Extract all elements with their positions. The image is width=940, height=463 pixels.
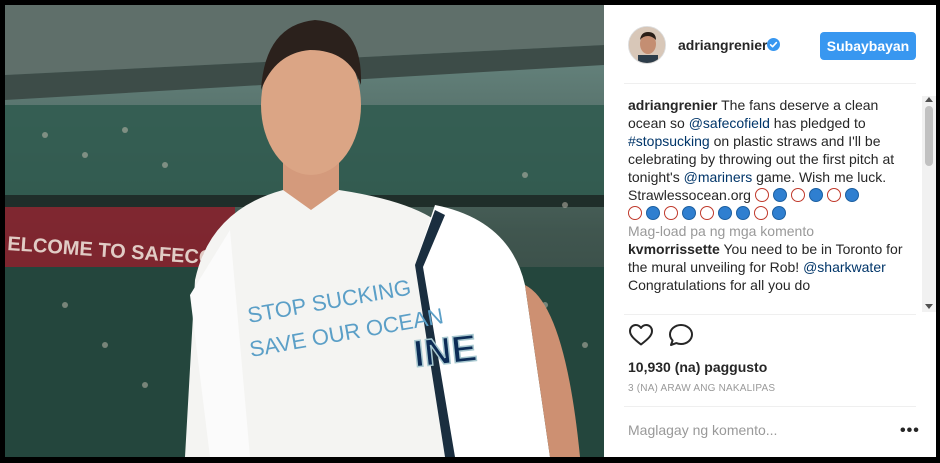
verified-badge-icon: [767, 38, 780, 51]
scroll-down-arrow-icon[interactable]: [925, 304, 933, 309]
mention-link[interactable]: @mariners: [684, 169, 753, 185]
likes-count[interactable]: 10,930 (na) paggusto: [628, 359, 767, 375]
add-comment-input[interactable]: Maglagay ng komento...: [628, 422, 777, 438]
post-header: adriangrenier Subaybayan: [604, 5, 936, 85]
comment-bubble-icon[interactable]: [668, 323, 694, 347]
earth-globe-emoji: [844, 188, 859, 202]
earth-globe-emoji: [772, 206, 786, 220]
mention-link[interactable]: @safecofield: [689, 115, 770, 131]
post-photo[interactable]: ELCOME TO SAFECO F INE STOP SUCKING SAVE…: [5, 5, 604, 457]
caption-author[interactable]: adriangrenier: [628, 97, 717, 113]
caption-text-2: has pledged to: [769, 115, 866, 131]
baseball-emoji: [628, 206, 642, 220]
baseball-emoji: [790, 188, 805, 202]
divider: [624, 406, 916, 407]
heart-icon[interactable]: [628, 323, 654, 347]
hashtag-link[interactable]: #stopsucking: [628, 133, 710, 149]
baseball-emoji: [664, 206, 678, 220]
earth-globe-emoji: [808, 188, 823, 202]
photo-illustration: ELCOME TO SAFECO F INE STOP SUCKING SAVE…: [5, 5, 604, 457]
jersey-lettering: INE: [412, 328, 479, 376]
comment-text-2: Congratulations for all you do: [628, 277, 811, 293]
earth-globe-emoji: [682, 206, 696, 220]
avatar-image: [629, 27, 665, 63]
earth-globe-emoji: [718, 206, 732, 220]
caption: adriangrenier The fans deserve a clean o…: [628, 96, 918, 222]
scroll-up-arrow-icon[interactable]: [925, 97, 933, 102]
instagram-post-modal: ELCOME TO SAFECO F INE STOP SUCKING SAVE…: [0, 0, 940, 463]
avatar[interactable]: [628, 26, 666, 64]
comments-list[interactable]: adriangrenier The fans deserve a clean o…: [628, 96, 918, 312]
earth-globe-emoji: [772, 188, 787, 202]
comment: kvmorrissette You need to be in Toronto …: [628, 240, 918, 294]
post-timestamp[interactable]: 3 (NA) ARAW ANG NAKALIPAS: [628, 383, 775, 394]
comments-scrollbar[interactable]: [922, 96, 936, 312]
divider: [624, 83, 916, 84]
mention-link[interactable]: @sharkwater: [803, 259, 886, 275]
scrollbar-thumb[interactable]: [925, 106, 933, 166]
more-options-icon[interactable]: •••: [900, 422, 920, 440]
load-more-comments[interactable]: Mag-load pa ng mga komento: [628, 222, 918, 240]
baseball-emoji: [700, 206, 714, 220]
baseball-emoji: [754, 188, 769, 202]
earth-globe-emoji: [736, 206, 750, 220]
author-username[interactable]: adriangrenier: [678, 37, 767, 53]
comment-author[interactable]: kvmorrissette: [628, 241, 720, 257]
baseball-emoji: [826, 188, 841, 202]
baseball-emoji: [754, 206, 768, 220]
divider: [624, 314, 916, 315]
post-side-panel: adriangrenier Subaybayan adriangrenier T…: [604, 5, 936, 457]
follow-button[interactable]: Subaybayan: [820, 32, 916, 60]
earth-globe-emoji: [646, 206, 660, 220]
